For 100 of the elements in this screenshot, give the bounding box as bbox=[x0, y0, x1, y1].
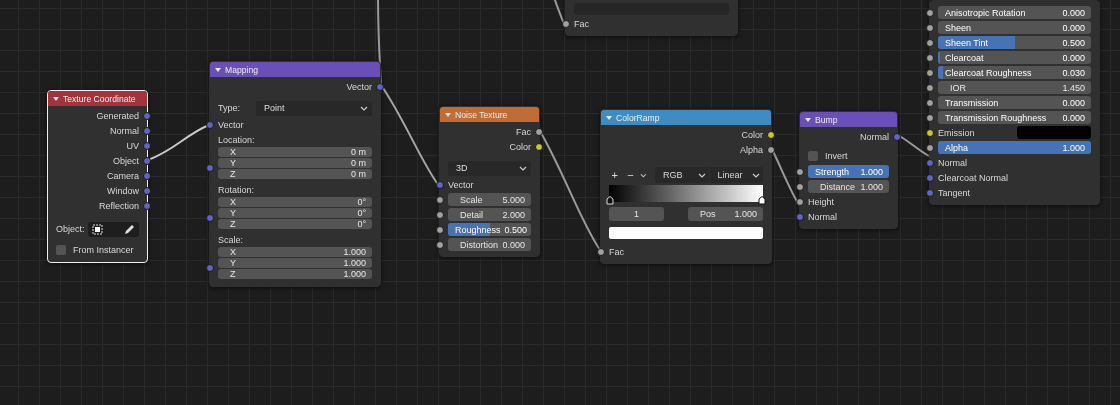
socket[interactable] bbox=[926, 129, 934, 137]
triangle-down-icon[interactable] bbox=[215, 66, 221, 73]
socket-label: Tangent bbox=[938, 187, 971, 198]
object-field[interactable] bbox=[87, 221, 139, 237]
number-field[interactable]: X 0 m bbox=[218, 147, 372, 157]
triangle-down-icon[interactable] bbox=[606, 114, 612, 121]
dropdown[interactable]: Linear bbox=[709, 167, 763, 183]
node-title: Noise Texture bbox=[455, 109, 508, 120]
slider-field[interactable]: Alpha 1.000 bbox=[938, 141, 1091, 154]
dropdown[interactable]: RGB bbox=[655, 167, 709, 183]
checkbox[interactable] bbox=[56, 245, 66, 255]
slider-field[interactable]: Sheen 0.000 bbox=[938, 21, 1091, 34]
triangle-down-icon[interactable] bbox=[53, 95, 59, 102]
dropdown[interactable]: 3D bbox=[448, 160, 531, 176]
number-field[interactable]: Y 0° bbox=[218, 208, 372, 218]
number-field[interactable]: Pos 1.000 bbox=[688, 207, 763, 221]
socket[interactable] bbox=[926, 114, 934, 122]
slider-field[interactable]: Sheen Tint 0.500 bbox=[938, 36, 1091, 49]
chevron-down-icon bbox=[697, 171, 706, 179]
number-field[interactable]: 1 bbox=[609, 207, 664, 221]
socket-label: Object bbox=[113, 155, 139, 166]
socket[interactable] bbox=[562, 20, 570, 28]
socket[interactable] bbox=[796, 183, 804, 191]
triangle-down-icon[interactable] bbox=[805, 116, 811, 123]
node-title: ColorRamp bbox=[616, 112, 660, 123]
number-field[interactable]: Z 0° bbox=[218, 219, 372, 229]
socket[interactable] bbox=[926, 9, 934, 17]
socket-label: Camera bbox=[107, 170, 139, 181]
number-field[interactable]: Distortion 0.000 bbox=[448, 238, 531, 251]
number-field[interactable]: Scale 5.000 bbox=[448, 193, 531, 206]
socket[interactable] bbox=[926, 24, 934, 32]
slider-field[interactable]: Transmission Roughness 0.000 bbox=[938, 111, 1091, 124]
socket-label: Normal bbox=[938, 157, 967, 168]
socket-label: Normal bbox=[110, 125, 139, 136]
socket-label: Color bbox=[509, 141, 531, 152]
color-stop-icon[interactable] bbox=[758, 196, 766, 205]
socket[interactable] bbox=[535, 128, 543, 136]
slider-field[interactable]: Clearcoat 0.000 bbox=[938, 51, 1091, 64]
socket-label: Reflection bbox=[98, 200, 139, 211]
socket[interactable] bbox=[796, 168, 804, 176]
socket[interactable] bbox=[796, 198, 804, 206]
node-header[interactable]: Noise Texture bbox=[440, 107, 539, 122]
node-header[interactable]: ColorRamp bbox=[601, 110, 771, 125]
socket[interactable] bbox=[767, 146, 775, 154]
socket[interactable] bbox=[535, 143, 543, 151]
group-label: Scale: bbox=[218, 234, 243, 245]
color-swatch[interactable] bbox=[609, 227, 763, 239]
number-field[interactable]: X 0° bbox=[218, 197, 372, 207]
socket[interactable] bbox=[926, 84, 934, 92]
number-field[interactable]: X 1.000 bbox=[218, 247, 372, 257]
checkbox[interactable] bbox=[808, 151, 818, 161]
socket[interactable] bbox=[926, 99, 934, 107]
chevron-down-icon bbox=[752, 171, 760, 179]
color-swatch[interactable] bbox=[1017, 126, 1091, 139]
number-field[interactable]: Z 1.000 bbox=[218, 269, 372, 279]
socket[interactable] bbox=[926, 144, 934, 152]
node-header[interactable]: Mapping bbox=[210, 62, 380, 77]
node-header[interactable]: Texture Coordinate bbox=[48, 91, 147, 106]
socket-label: Fac bbox=[609, 246, 624, 257]
number-field[interactable]: Detail 2.000 bbox=[448, 208, 531, 221]
node-title: Texture Coordinate bbox=[63, 93, 136, 104]
socket-label: Window bbox=[107, 185, 139, 196]
socket[interactable] bbox=[436, 211, 444, 219]
socket-label: Fac bbox=[516, 126, 531, 137]
socket[interactable] bbox=[926, 69, 934, 77]
socket[interactable] bbox=[926, 54, 934, 62]
number-field[interactable]: Z 0 m bbox=[218, 169, 372, 179]
number-field[interactable]: IOR 1.450 bbox=[938, 81, 1091, 94]
slider-field[interactable]: Roughness 0.500 bbox=[448, 223, 531, 236]
number-field[interactable]: Y 1.000 bbox=[218, 258, 372, 268]
slider-field[interactable]: Clearcoat Roughness 0.030 bbox=[938, 66, 1091, 79]
socket[interactable] bbox=[436, 181, 444, 189]
socket-label: Color bbox=[741, 129, 763, 140]
slider-field[interactable]: Strength 1.000 bbox=[808, 165, 889, 178]
socket[interactable] bbox=[767, 131, 775, 139]
socket[interactable] bbox=[926, 39, 934, 47]
triangle-down-icon[interactable] bbox=[445, 111, 451, 118]
number-field[interactable]: Y 0 m bbox=[218, 158, 372, 168]
dropdown[interactable]: Point bbox=[256, 100, 372, 116]
socket-label: Normal bbox=[860, 131, 889, 142]
slider-field[interactable]: Transmission 0.000 bbox=[938, 96, 1091, 109]
socket-label: Clearcoat Normal bbox=[938, 172, 1009, 183]
node-header[interactable]: Bump bbox=[800, 112, 897, 127]
chevron-down-icon[interactable] bbox=[640, 171, 647, 179]
socket-label: Emission bbox=[938, 127, 975, 138]
group-label: Location: bbox=[218, 134, 255, 145]
socket[interactable] bbox=[436, 241, 444, 249]
slider-field[interactable]: Anisotropic Rotation 0.000 bbox=[938, 6, 1091, 19]
socket-label: Alpha bbox=[739, 144, 763, 155]
remove-stop-button[interactable]: − bbox=[624, 169, 637, 181]
chevron-down-icon bbox=[519, 164, 527, 172]
gradient-bar[interactable] bbox=[609, 185, 763, 202]
socket[interactable] bbox=[597, 248, 605, 256]
chevron-down-icon bbox=[360, 104, 368, 112]
socket[interactable] bbox=[436, 196, 444, 204]
socket[interactable] bbox=[436, 226, 444, 234]
node-link[interactable] bbox=[377, 0, 382, 86]
node-title: Bump bbox=[815, 114, 838, 125]
number-field[interactable]: Distance 1.000 bbox=[808, 180, 889, 193]
add-stop-button[interactable]: + bbox=[609, 169, 621, 181]
